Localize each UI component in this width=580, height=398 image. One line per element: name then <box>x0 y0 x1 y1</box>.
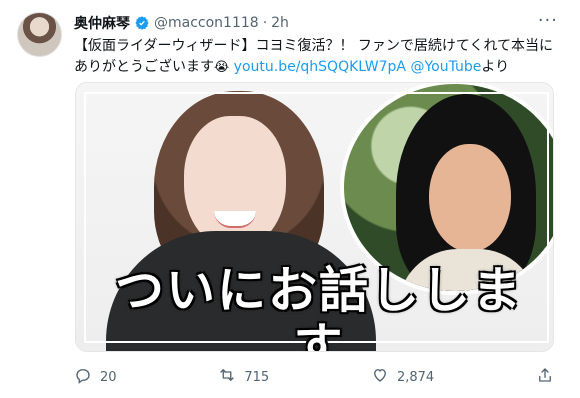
author-display-name[interactable]: 奥仲麻琴 <box>74 13 130 33</box>
separator-dot: · <box>262 15 268 31</box>
tweet-timestamp[interactable]: 2h <box>271 15 289 31</box>
tweet-media[interactable]: ついにお話しします <box>75 82 554 352</box>
reply-icon <box>74 366 92 388</box>
reply-button[interactable]: 20 <box>74 366 117 388</box>
tweet-link[interactable]: youtu.be/qhSQQKLW7pA <box>234 59 406 75</box>
tweet-actions: 20 715 2,874 <box>74 366 554 388</box>
mention-youtube[interactable]: @YouTube <box>410 59 481 75</box>
verified-badge-icon <box>134 15 150 31</box>
more-options-icon[interactable]: ··· <box>538 10 558 31</box>
author-avatar[interactable] <box>17 12 62 57</box>
crying-emoji-icon: 😭 <box>214 60 230 75</box>
retweet-count: 715 <box>244 369 270 385</box>
like-count: 2,874 <box>396 369 435 385</box>
retweet-button[interactable]: 715 <box>218 366 269 388</box>
share-button[interactable] <box>536 366 554 388</box>
retweet-icon <box>218 366 236 388</box>
heart-icon <box>371 366 389 388</box>
tweet-suffix: より <box>481 59 510 75</box>
author-handle[interactable]: @maccon1118 <box>154 15 259 31</box>
tweet-header: 奥仲麻琴 @maccon1118 · 2h <box>74 13 289 33</box>
like-button[interactable]: 2,874 <box>371 366 434 388</box>
media-caption: ついにお話しします <box>114 262 523 352</box>
tweet-text: 【仮面ライダーウィザード】コヨミ復活？！ ファンで居続けてくれて本当にありがとう… <box>74 36 554 78</box>
reply-count: 20 <box>100 369 117 385</box>
share-icon <box>536 366 554 388</box>
